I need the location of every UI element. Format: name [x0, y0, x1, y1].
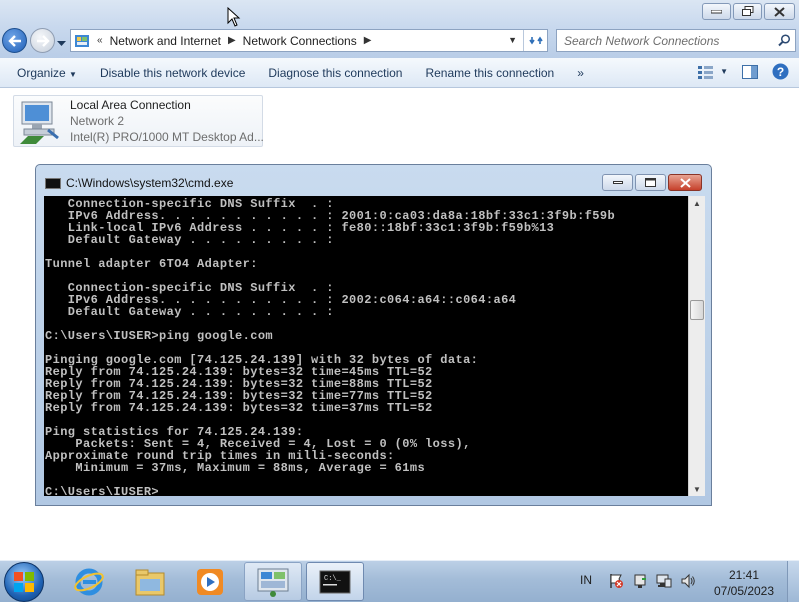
cmd-minimize-button[interactable]	[602, 174, 633, 191]
explorer-title-bar	[0, 0, 799, 26]
console-line: Reply from 74.125.24.139: bytes=32 time=…	[45, 401, 433, 415]
restore-icon	[741, 6, 753, 16]
minimize-icon	[612, 180, 623, 184]
back-button[interactable]	[2, 28, 27, 53]
search-input[interactable]: Search Network Connections	[556, 29, 796, 52]
safely-remove-hardware-icon[interactable]	[632, 573, 648, 589]
volume-icon[interactable]	[680, 573, 696, 589]
cmd-window-controls	[602, 174, 702, 191]
console-line: Default Gateway . . . . . . . . . :	[45, 305, 334, 319]
change-view-button[interactable]: ▼	[698, 65, 728, 79]
close-icon	[679, 177, 691, 188]
close-icon	[774, 6, 785, 17]
explorer-window-controls	[702, 3, 795, 20]
taskbar-command-prompt[interactable]: C:\_	[306, 562, 364, 601]
navigation-bar: « Network and Internet ▶ Network Connect…	[0, 26, 799, 58]
console-line: Tunnel adapter 6TO4 Adapter:	[45, 257, 258, 271]
organize-menu[interactable]: Organize ▼	[9, 66, 85, 80]
internet-explorer-icon	[74, 568, 104, 595]
more-commands-button[interactable]: »	[569, 66, 592, 80]
command-bar: Organize ▼ Disable this network device D…	[0, 58, 799, 88]
console-line: Minimum = 37ms, Maximum = 88ms, Average …	[45, 461, 426, 475]
cmd-window-title: C:\Windows\system32\cmd.exe	[66, 176, 234, 190]
folder-icon	[135, 569, 165, 595]
taskbar: C:\_ IN 21:41 07/05/2023	[0, 560, 799, 602]
search-icon[interactable]	[778, 34, 791, 47]
minimize-icon	[711, 9, 722, 13]
disable-device-button[interactable]: Disable this network device	[92, 66, 253, 80]
system-tray	[608, 573, 696, 589]
recent-pages-dropdown[interactable]	[57, 36, 66, 50]
console-line: C:\Users\IUSER>	[45, 486, 688, 496]
taskbar-windows-explorer[interactable]	[121, 562, 179, 601]
forward-arrow-icon	[36, 34, 50, 47]
refresh-button[interactable]	[523, 30, 547, 51]
windows-logo-icon	[14, 572, 34, 592]
cmd-window-icon	[45, 178, 61, 189]
adapter-device: Intel(R) PRO/1000 MT Desktop Ad...	[70, 130, 264, 144]
breadcrumb-separator-icon[interactable]: ▶	[364, 35, 372, 46]
mouse-pointer-icon	[227, 7, 241, 27]
breadcrumb-separator-icon[interactable]: ▶	[228, 35, 236, 46]
back-arrow-icon	[7, 34, 21, 47]
command-prompt-icon: C:\_	[319, 570, 351, 593]
clock-time: 21:41	[728, 568, 760, 582]
organize-label: Organize	[17, 65, 66, 80]
cmd-window[interactable]: C:\Windows\system32\cmd.exe Connection-s…	[35, 164, 712, 506]
view-controls: ▼ ?	[698, 63, 789, 80]
start-button[interactable]	[4, 562, 44, 602]
console-scrollbar[interactable]: ▲ ▼	[688, 196, 705, 496]
network-status-icon[interactable]	[656, 573, 672, 589]
show-desktop-button[interactable]	[787, 561, 799, 602]
preview-pane-icon[interactable]	[742, 64, 758, 79]
adapter-name: Local Area Connection	[70, 98, 191, 112]
breadcrumb-overflow-icon[interactable]: «	[97, 35, 103, 46]
view-options-icon	[698, 65, 714, 79]
chevron-down-icon: ▼	[69, 69, 77, 79]
minimize-button[interactable]	[702, 3, 731, 20]
taskbar-media-player[interactable]	[181, 562, 239, 601]
scroll-down-icon[interactable]: ▼	[689, 482, 705, 496]
svg-text:C:\_: C:\_	[324, 575, 342, 583]
action-center-flag-icon[interactable]	[608, 573, 624, 589]
breadcrumb-network-connections[interactable]: Network Connections	[243, 34, 357, 48]
local-area-connection-adapter[interactable]: Local Area Connection Network 2 Intel(R)…	[13, 95, 264, 147]
diagnose-connection-button[interactable]: Diagnose this connection	[260, 66, 410, 80]
cmd-maximize-button[interactable]	[635, 174, 666, 191]
taskbar-network-connections[interactable]	[244, 562, 302, 601]
refresh-icon	[528, 36, 543, 45]
forward-button[interactable]	[30, 28, 55, 53]
taskbar-internet-explorer[interactable]	[60, 562, 118, 601]
console-output[interactable]: Connection-specific DNS Suffix . : IPv6 …	[44, 196, 688, 496]
chevron-down-icon: ▼	[720, 67, 728, 76]
address-bar[interactable]: « Network and Internet ▶ Network Connect…	[70, 29, 548, 52]
search-placeholder: Search Network Connections	[564, 33, 720, 48]
console-line: Default Gateway . . . . . . . . . :	[45, 233, 334, 247]
svg-text:?: ?	[777, 65, 784, 79]
scroll-up-icon[interactable]: ▲	[689, 196, 705, 210]
media-player-icon	[197, 568, 223, 595]
chevron-down-icon	[57, 41, 66, 46]
restore-button[interactable]	[733, 3, 762, 20]
console-line: C:\Users\IUSER>ping google.com	[45, 329, 274, 343]
clock-date: 07/05/2023	[713, 584, 775, 598]
close-button[interactable]	[764, 3, 795, 20]
scrollbar-thumb[interactable]	[690, 300, 704, 320]
maximize-icon	[645, 178, 656, 187]
breadcrumb-network-and-internet[interactable]: Network and Internet	[110, 34, 221, 48]
language-indicator[interactable]: IN	[580, 573, 592, 587]
control-panel-icon	[257, 568, 289, 597]
control-panel-icon	[75, 34, 89, 47]
help-icon[interactable]: ?	[772, 63, 789, 80]
adapter-network: Network 2	[70, 114, 125, 128]
clock[interactable]: 21:41 07/05/2023	[705, 567, 783, 599]
address-history-dropdown-icon[interactable]: ▼	[508, 35, 517, 45]
network-adapter-icon	[20, 101, 59, 144]
rename-connection-button[interactable]: Rename this connection	[417, 66, 562, 80]
cmd-close-button[interactable]	[668, 174, 702, 191]
